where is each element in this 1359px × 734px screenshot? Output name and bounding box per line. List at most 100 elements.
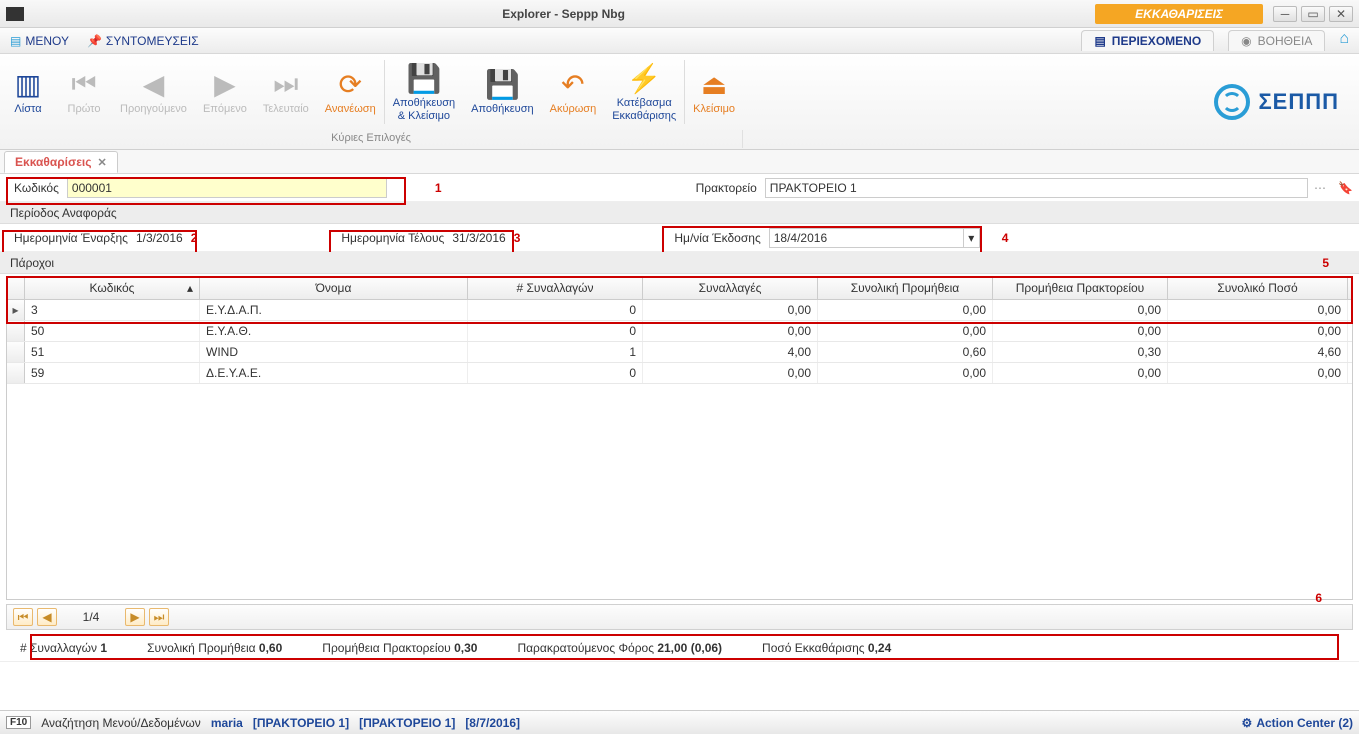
- cell-transcount: 0: [468, 321, 643, 341]
- pin-icon: 📌: [87, 34, 102, 48]
- ribbon-first[interactable]: ⏮Πρώτο: [56, 54, 112, 130]
- col-transcount[interactable]: # Συναλλαγών: [468, 277, 643, 299]
- agency-input[interactable]: [765, 178, 1308, 198]
- more-icon[interactable]: ⋯: [1308, 181, 1332, 195]
- row-indicator: ▸: [7, 300, 25, 320]
- annotation-1: 1: [427, 181, 442, 195]
- status-agency1: [ΠΡΑΚΤΟΡΕΙΟ 1]: [253, 716, 349, 730]
- cell-trans: 0,00: [643, 321, 818, 341]
- tab-content[interactable]: ▤ ΠΕΡΙΕΧΟΜΕΝΟ: [1081, 30, 1214, 51]
- col-name[interactable]: Όνομα: [200, 277, 468, 299]
- last-icon: ⏭: [273, 68, 298, 101]
- issue-date-input[interactable]: [769, 228, 964, 248]
- cell-total: 0,00: [1168, 363, 1348, 383]
- annotation-3: 3: [506, 231, 521, 245]
- col-code[interactable]: Κωδικός▴: [25, 277, 200, 299]
- ribbon-close[interactable]: ⏏Κλείσιμο: [685, 54, 743, 130]
- period-section-title: Περίοδος Αναφοράς: [0, 202, 1359, 224]
- ribbon-next[interactable]: ▶Επόμενο: [195, 54, 255, 130]
- grid-body: ▸3Ε.Υ.Δ.Α.Π.00,000,000,000,0050Ε.Υ.Α.Θ.0…: [6, 300, 1353, 600]
- providers-section-title: Πάροχοι 5: [0, 252, 1359, 274]
- code-label: Κωδικός: [0, 181, 67, 195]
- cell-trans: 4,00: [643, 342, 818, 362]
- cell-transcount: 0: [468, 363, 643, 383]
- minimize-button[interactable]: ─: [1273, 6, 1297, 22]
- home-icon[interactable]: ⌂: [1339, 30, 1349, 51]
- code-input[interactable]: [67, 178, 387, 198]
- tab-help[interactable]: ◉ ΒΟΗΘΕΙΑ: [1228, 30, 1325, 51]
- row-indicator-header: [7, 277, 25, 299]
- close-window-button[interactable]: ✕: [1329, 6, 1353, 22]
- grid-header: Κωδικός▴ Όνομα # Συναλλαγών Συναλλαγές Σ…: [6, 276, 1353, 300]
- status-agency2: [ΠΡΑΚΤΟΡΕΙΟ 1]: [359, 716, 455, 730]
- cell-name: Δ.Ε.Υ.Α.Ε.: [200, 363, 468, 383]
- ribbon-cancel[interactable]: ↶Ακύρωση: [542, 54, 605, 130]
- table-row[interactable]: 51WIND14,000,600,304,60: [7, 342, 1352, 363]
- brand: ΣΕΠΠΠ: [1214, 54, 1359, 149]
- close-tab-icon[interactable]: ✕: [97, 156, 106, 169]
- form-area: Κωδικός 1 Πρακτορείο ⋯ 🔖 Περίοδος Αναφορ…: [0, 174, 1359, 662]
- ribbon-save[interactable]: 💾Αποθήκευση: [463, 54, 541, 130]
- attachment-icon[interactable]: 🔖: [1332, 181, 1359, 195]
- pager-next[interactable]: ▶: [125, 608, 145, 626]
- pager-last[interactable]: ⏭: [149, 608, 169, 626]
- table-row[interactable]: 59Δ.Ε.Υ.Α.Ε.00,000,000,000,00: [7, 363, 1352, 384]
- save-icon: 💾: [485, 68, 520, 101]
- row-indicator: [7, 363, 25, 383]
- ribbon: ▥Λίστα ⏮Πρώτο ◀Προηγούμενο ▶Επόμενο ⏭Τελ…: [0, 54, 1359, 150]
- eject-icon: ⏏: [701, 68, 727, 101]
- cell-acomm: 0,00: [993, 321, 1168, 341]
- col-acomm[interactable]: Προμήθεια Πρακτορείου: [993, 277, 1168, 299]
- col-total[interactable]: Συνολικό Ποσό: [1168, 277, 1348, 299]
- end-date-label: Ημερομηνία Τέλους: [327, 231, 452, 245]
- ribbon-prev[interactable]: ◀Προηγούμενο: [112, 54, 195, 130]
- annotation-6: 6: [1307, 591, 1322, 605]
- brand-text: ΣΕΠΠΠ: [1258, 89, 1339, 115]
- cell-transcount: 1: [468, 342, 643, 362]
- statusbar: F10 Αναζήτηση Μενού/Δεδομένων maria [ΠΡΑ…: [0, 710, 1359, 734]
- pager-first[interactable]: ⏮: [13, 608, 33, 626]
- pager-prev[interactable]: ◀: [37, 608, 57, 626]
- ribbon-list[interactable]: ▥Λίστα: [0, 54, 56, 130]
- totals-row: # Συναλλαγών 1 Συνολική Προμήθεια 0,60 Π…: [0, 634, 1359, 662]
- ribbon-refresh[interactable]: ⟳Ανανέωση: [317, 54, 384, 130]
- action-center[interactable]: ⚙ Action Center (2): [1242, 716, 1353, 730]
- book-icon: ▥: [15, 68, 41, 101]
- cell-trans: 0,00: [643, 300, 818, 320]
- window-title: Explorer - Seppp Nbg: [32, 7, 1095, 21]
- pager: ⏮ ◀ 1/4 ▶ ⏭ 6: [6, 604, 1353, 630]
- dropdown-icon[interactable]: ▾: [964, 228, 980, 248]
- cell-comm: 0,00: [818, 321, 993, 341]
- cell-acomm: 0,00: [993, 363, 1168, 383]
- cell-name: Ε.Υ.Δ.Α.Π.: [200, 300, 468, 320]
- save-icon: 💾: [406, 62, 441, 95]
- shortcuts-button[interactable]: 📌 ΣΥΝΤΟΜΕΥΣΕΙΣ: [87, 34, 199, 48]
- issue-date-label: Ημ/νία Έκδοσης: [660, 231, 768, 245]
- cell-code: 3: [25, 300, 200, 320]
- table-row[interactable]: 50Ε.Υ.Α.Θ.00,000,000,000,00: [7, 321, 1352, 342]
- status-date: [8/7/2016]: [465, 716, 520, 730]
- col-trans[interactable]: Συναλλαγές: [643, 277, 818, 299]
- cell-transcount: 0: [468, 300, 643, 320]
- ribbon-caption: Κύριες Επιλογές: [0, 130, 743, 148]
- globe-icon: ◉: [1241, 34, 1251, 48]
- start-date-label: Ημερομηνία Έναρξης: [0, 231, 136, 245]
- maximize-button[interactable]: ▭: [1301, 6, 1325, 22]
- cell-code: 51: [25, 342, 200, 362]
- undo-icon: ↶: [561, 68, 584, 101]
- ribbon-download[interactable]: ⚡Κατέβασμα Εκκαθάρισης: [604, 54, 684, 130]
- cell-comm: 0,00: [818, 363, 993, 383]
- annotation-5: 5: [1314, 256, 1329, 270]
- ribbon-last[interactable]: ⏭Τελευταίο: [255, 54, 317, 130]
- cell-total: 0,00: [1168, 321, 1348, 341]
- cell-acomm: 0,00: [993, 300, 1168, 320]
- menu-button[interactable]: ▤ ΜΕΝΟΥ: [10, 34, 69, 48]
- ribbon-saveclose[interactable]: 💾Αποθήκευση & Κλείσιμο: [385, 54, 463, 130]
- f10-key[interactable]: F10: [6, 716, 31, 729]
- document-tab-ekkathariseis[interactable]: Εκκαθαρίσεις ✕: [4, 151, 118, 173]
- annotation-4: 4: [994, 231, 1009, 245]
- next-icon: ▶: [214, 68, 236, 101]
- col-comm[interactable]: Συνολική Προμήθεια: [818, 277, 993, 299]
- table-row[interactable]: ▸3Ε.Υ.Δ.Α.Π.00,000,000,000,00: [7, 300, 1352, 321]
- status-search[interactable]: Αναζήτηση Μενού/Δεδομένων: [41, 716, 201, 730]
